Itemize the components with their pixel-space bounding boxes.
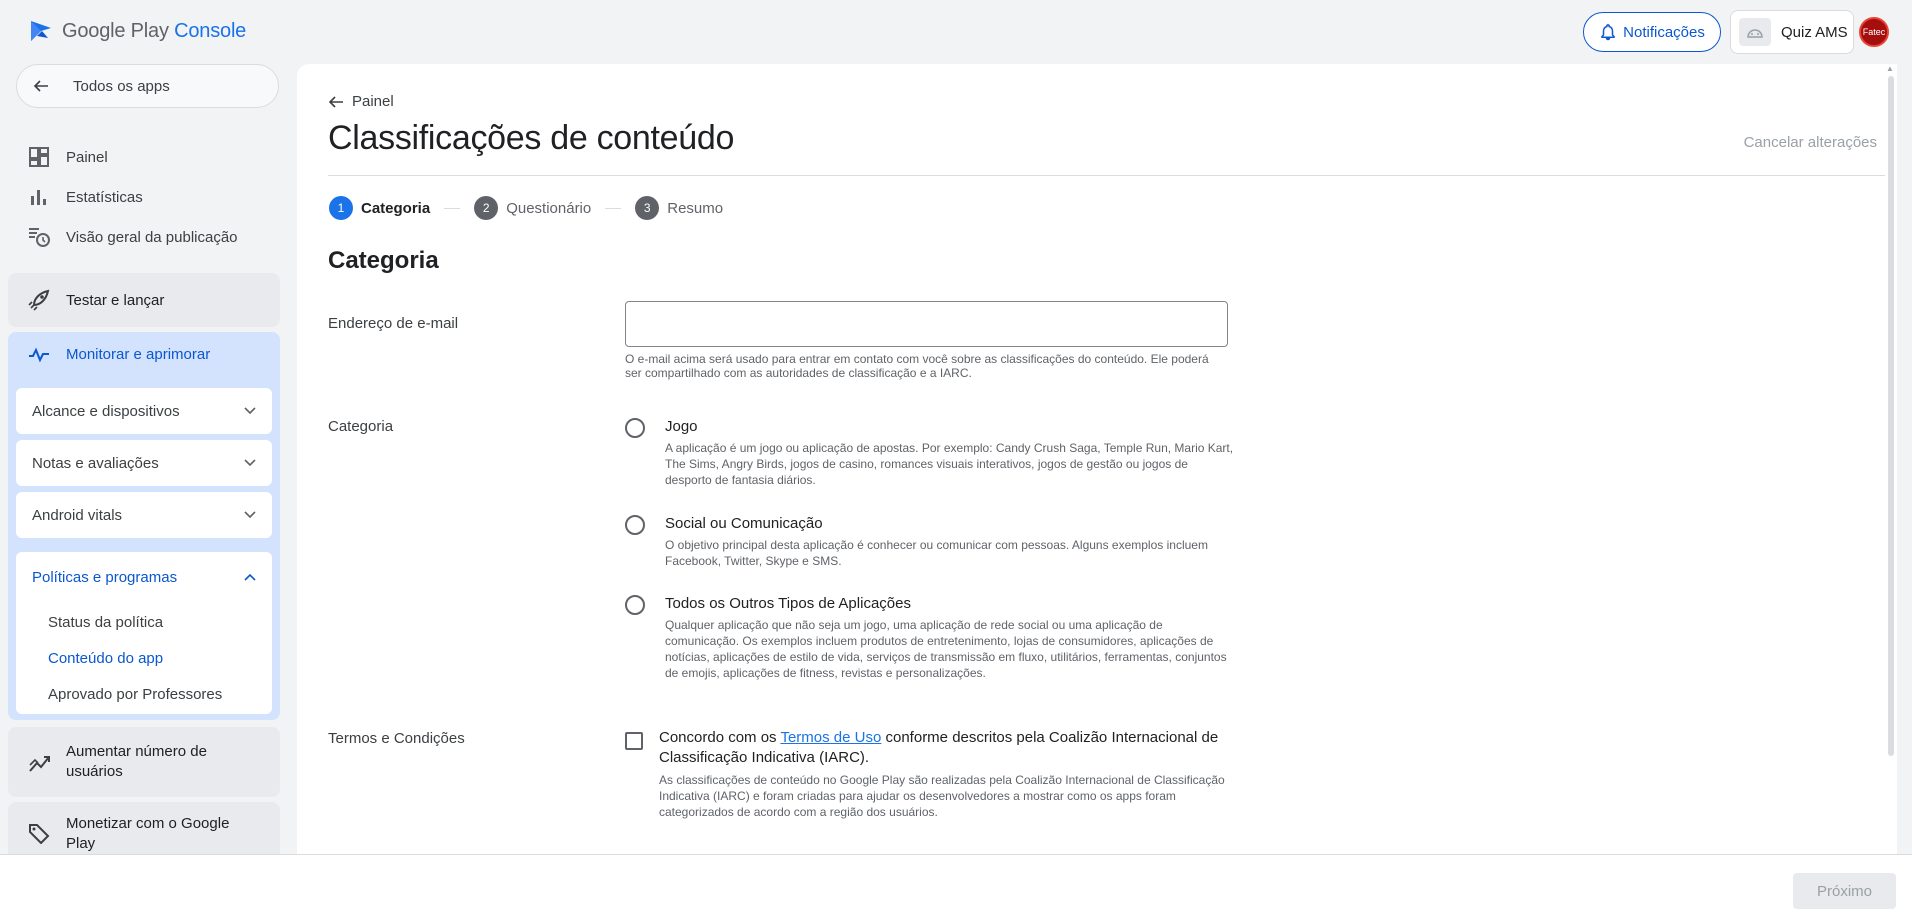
radio-button[interactable]: [625, 418, 645, 438]
chevron-down-icon: [244, 407, 256, 415]
email-field-label: Endereço de e-mail: [328, 315, 459, 332]
option-title: Todos os Outros Tipos de Aplicações: [665, 595, 911, 612]
bell-icon: [1599, 23, 1617, 41]
google-play-console-logo[interactable]: Google Play Console: [28, 18, 246, 44]
next-button[interactable]: Próximo: [1793, 873, 1896, 909]
scrollbar-thumb[interactable]: [1888, 76, 1894, 756]
subgroup-label: Android vitals: [32, 506, 123, 524]
step-separator: [444, 207, 461, 209]
all-apps-label: Todos os apps: [73, 77, 170, 95]
section-title: Categoria: [328, 247, 439, 274]
back-to-dashboard-link[interactable]: Painel: [328, 93, 394, 110]
email-field[interactable]: [625, 301, 1228, 347]
monitor-vitals-icon: [28, 347, 50, 363]
sidebar-item-label: Visão geral da publicação: [66, 228, 238, 246]
step-label-resumo[interactable]: Resumo: [667, 200, 723, 217]
terms-description: As classificações de conteúdo no Google …: [659, 773, 1225, 819]
logo-product-text: Console: [174, 19, 247, 42]
email-helper-text: O e-mail acima será usado para entrar em…: [625, 352, 1209, 380]
dashboard-icon: [28, 146, 50, 168]
growth-chart-icon: [28, 751, 50, 773]
step-label-categoria[interactable]: Categoria: [361, 200, 430, 217]
subgroup-policy-programs[interactable]: Políticas e programas: [16, 552, 272, 602]
terms-agreement-text: Concordo com os Termos de Uso conforme d…: [659, 728, 1219, 768]
subgroup-label: Alcance e dispositivos: [32, 402, 180, 420]
rocket-icon: [28, 289, 50, 311]
option-title: Social ou Comunicação: [665, 515, 823, 532]
publishing-overview-icon: [28, 226, 50, 248]
sidebar-item-grow-users[interactable]: Aumentar número de usuários: [8, 727, 280, 797]
monitor-label: Monitorar e aprimorar: [66, 346, 211, 363]
arrow-back-icon: [33, 78, 49, 94]
sidebar-item-test-release[interactable]: Testar e lançar: [8, 273, 280, 327]
option-title: Jogo: [665, 418, 698, 435]
logo-brand-text: Google Play: [62, 19, 169, 42]
bottom-action-bar: Próximo: [0, 854, 1912, 924]
terms-text-before: Concordo com os: [659, 729, 781, 746]
chevron-down-icon: [244, 511, 256, 519]
monetize-label: Monetizar com o Google Play: [66, 815, 230, 852]
top-bar: Google Play Console Notificações Quiz AM…: [0, 0, 1912, 64]
step-separator: [605, 207, 622, 209]
play-console-logo-icon: [28, 18, 54, 44]
link-app-content[interactable]: Conteúdo do app: [48, 650, 163, 667]
terms-of-use-link[interactable]: Termos de Uso: [780, 729, 881, 746]
cancel-changes-button[interactable]: Cancelar alterações: [1744, 134, 1877, 151]
step-number[interactable]: 2: [474, 196, 499, 220]
sidebar-group-monitor: Monitorar e aprimorar Alcance e disposit…: [8, 332, 280, 720]
chevron-up-icon: [244, 573, 256, 581]
radio-button[interactable]: [625, 595, 645, 615]
link-policy-status[interactable]: Status da política: [48, 614, 163, 631]
page-title: Classificações de conteúdo: [328, 119, 735, 157]
price-tag-icon: [28, 822, 50, 844]
category-field-label: Categoria: [328, 418, 394, 435]
terms-checkbox[interactable]: [625, 732, 643, 750]
sidebar-item-monetize[interactable]: Monetizar com o Google Play: [8, 802, 280, 854]
sidebar-item-painel[interactable]: Painel: [28, 142, 108, 172]
grow-users-label: Aumentar número de usuários: [66, 743, 207, 780]
app-selector[interactable]: Quiz AMS: [1730, 10, 1854, 54]
arrow-back-icon: [328, 95, 344, 109]
stepper: 1 Categoria 2 Questionário 3 Resumo: [329, 196, 723, 220]
step-number[interactable]: 3: [635, 196, 660, 220]
monitor-group-header[interactable]: Monitorar e aprimorar: [28, 346, 210, 363]
sidebar-item-label: Estatísticas: [66, 188, 143, 206]
avatar[interactable]: Fatec: [1859, 17, 1889, 47]
vertical-scrollbar[interactable]: ▲: [1885, 64, 1897, 854]
option-description: A aplicação é um jogo ou aplicação de ap…: [665, 441, 1234, 487]
subgroup-label: Notas e avaliações: [32, 454, 159, 472]
subgroup-android-vitals[interactable]: Android vitals: [16, 492, 272, 538]
title-divider: [328, 175, 1897, 176]
app-name: Quiz AMS: [1781, 23, 1848, 41]
android-app-icon: [1739, 18, 1771, 46]
sidebar: Todos os apps Painel Estatísticas Visão …: [0, 64, 295, 854]
radio-button[interactable]: [625, 515, 645, 535]
test-release-label: Testar e lançar: [66, 291, 165, 309]
step-number[interactable]: 1: [329, 196, 353, 220]
option-description: O objetivo principal desta aplicação é c…: [665, 538, 1208, 568]
sidebar-item-estatisticas[interactable]: Estatísticas: [28, 182, 143, 212]
step-label-questionario[interactable]: Questionário: [506, 200, 591, 217]
chevron-down-icon: [244, 459, 256, 467]
link-teacher-approved[interactable]: Aprovado por Professores: [48, 686, 222, 703]
main-content: Painel Classificações de conteúdo Cancel…: [297, 64, 1897, 854]
option-description: Qualquer aplicação que não seja um jogo,…: [665, 618, 1227, 680]
subgroup-ratings-reviews[interactable]: Notas e avaliações: [16, 440, 272, 486]
sidebar-item-publication-overview[interactable]: Visão geral da publicação: [28, 222, 238, 252]
subgroup-reach-devices[interactable]: Alcance e dispositivos: [16, 388, 272, 434]
back-link-label: Painel: [352, 93, 394, 110]
subgroup-label: Políticas e programas: [32, 568, 178, 586]
all-apps-button[interactable]: Todos os apps: [16, 64, 279, 108]
notifications-label: Notificações: [1623, 23, 1705, 41]
scroll-up-arrow-icon[interactable]: ▲: [1886, 64, 1894, 73]
subgroup-policy-programs-panel: Políticas e programas Status da política…: [16, 552, 272, 714]
notifications-button[interactable]: Notificações: [1583, 12, 1721, 52]
sidebar-item-label: Painel: [66, 148, 108, 166]
bar-chart-icon: [28, 186, 50, 208]
terms-field-label: Termos e Condições: [328, 730, 465, 747]
